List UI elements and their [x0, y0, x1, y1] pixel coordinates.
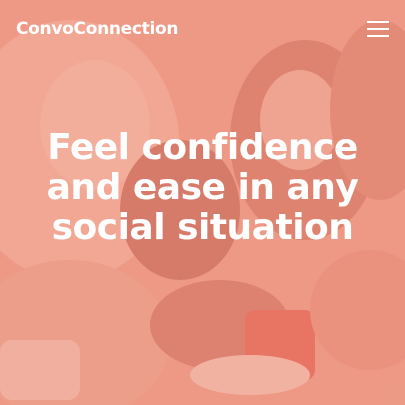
- top-navigation-bar: ConvoConnection: [0, 0, 405, 58]
- menu-line: [367, 28, 389, 30]
- menu-line: [367, 21, 389, 23]
- brand-logo[interactable]: ConvoConnection: [16, 19, 179, 39]
- menu-line: [367, 35, 389, 37]
- hamburger-menu-icon[interactable]: [367, 20, 389, 38]
- hero-section: ConvoConnection Feel confidence and ease…: [0, 0, 405, 405]
- hero-headline: Feel confidence and ease in any social s…: [46, 127, 359, 248]
